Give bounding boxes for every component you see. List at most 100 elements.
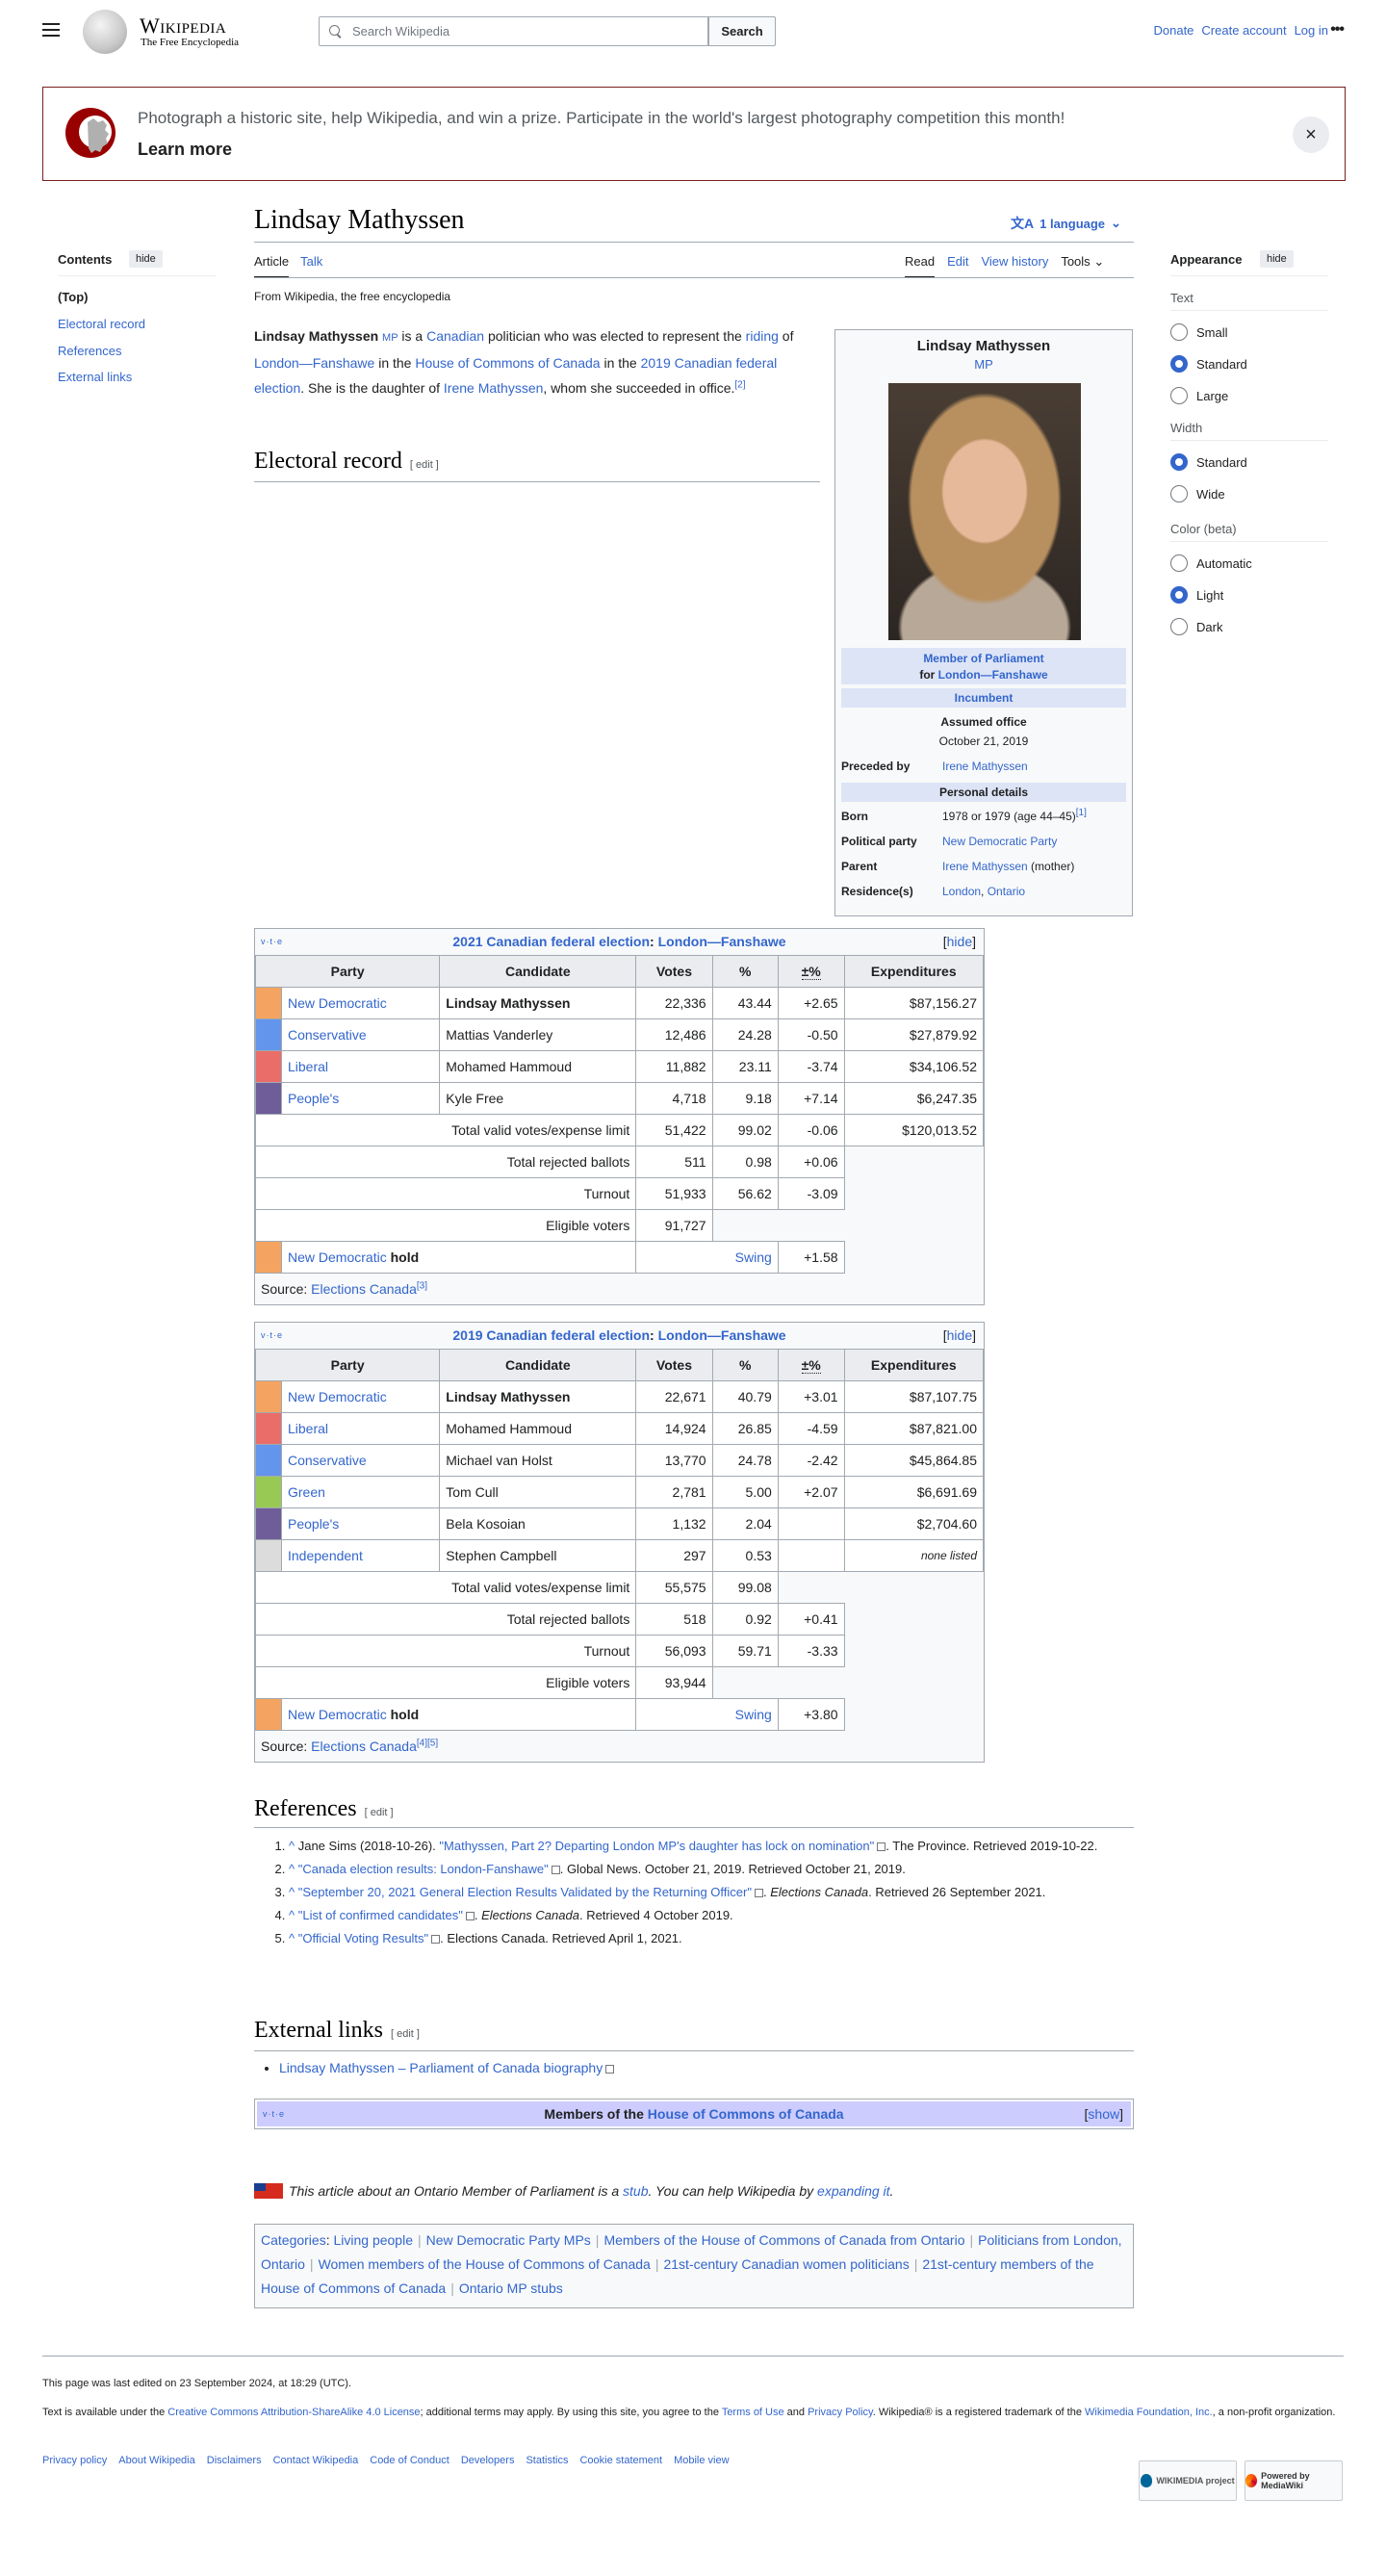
color-option-dark[interactable]: Dark [1170, 618, 1222, 635]
category-link[interactable]: New Democratic Party MPs [426, 2232, 591, 2248]
edit-section-link[interactable]: [ edit ] [391, 2028, 420, 2040]
reference-link[interactable]: "Mathyssen, Part 2? Departing London MP'… [439, 1839, 874, 1853]
house-of-commons-link[interactable]: House of Commons of Canada [415, 355, 600, 371]
license-link[interactable]: Creative Commons Attribution-ShareAlike … [167, 2407, 420, 2418]
backlink-caret[interactable]: ^ [289, 1908, 298, 1922]
toc-item-references[interactable]: References [58, 344, 121, 358]
foundation-link[interactable]: Wikimedia Foundation, Inc. [1085, 2407, 1213, 2418]
party-link[interactable]: Green [288, 1484, 325, 1500]
party-link[interactable]: Conservative [288, 1453, 367, 1468]
election-title-link[interactable]: 2019 Canadian federal election [452, 1327, 650, 1343]
hide-toggle[interactable]: [hide] [943, 929, 976, 955]
footer-link[interactable]: Cookie statement [579, 2455, 662, 2466]
show-link[interactable]: show [1088, 2106, 1119, 2122]
log-in-link[interactable]: Log in [1295, 23, 1328, 38]
hold-party-link[interactable]: New Democratic [288, 1249, 387, 1265]
footer-link[interactable]: Privacy policy [42, 2455, 107, 2466]
infobox-postnominal-link[interactable]: MP [835, 357, 1132, 372]
close-icon[interactable]: × [1293, 116, 1329, 153]
riding-title-link[interactable]: London—Fanshawe [658, 1327, 786, 1343]
toc-item-electoral-record[interactable]: Electoral record [58, 317, 145, 331]
canadian-link[interactable]: Canadian [426, 328, 484, 344]
footer-link[interactable]: Developers [461, 2455, 515, 2466]
source-link[interactable]: Elections Canada [311, 1739, 417, 1754]
citation-link[interactable]: [1] [1076, 808, 1087, 818]
radio-button[interactable] [1170, 618, 1188, 635]
stub-link[interactable]: stub [623, 2183, 648, 2199]
footer-link[interactable]: Code of Conduct [370, 2455, 449, 2466]
privacy-link[interactable]: Privacy Policy [808, 2407, 873, 2418]
text-size-option-large[interactable]: Large [1170, 387, 1228, 404]
expand-link[interactable]: expanding it [817, 2183, 890, 2199]
tab-read[interactable]: Read [905, 254, 936, 278]
color-option-light[interactable]: Light [1170, 586, 1223, 604]
categories-label[interactable]: Categories [261, 2232, 326, 2248]
vte-links[interactable]: v·t·e [261, 929, 283, 955]
appearance-hide-button[interactable]: hide [1260, 250, 1294, 268]
preceded-by-link[interactable]: Irene Mathyssen [942, 760, 1028, 773]
office-riding-link[interactable]: London—Fanshawe [938, 668, 1048, 682]
navbox-title-link[interactable]: House of Commons of Canada [648, 2106, 844, 2122]
wikipedia-globe-logo[interactable] [83, 10, 127, 54]
parent-link[interactable]: Irene Mathyssen [942, 860, 1028, 873]
terms-link[interactable]: Terms of Use [722, 2407, 784, 2418]
language-button[interactable]: 文A 1 language ⌄ [1011, 214, 1121, 233]
tab-article[interactable]: Article [254, 254, 290, 278]
donate-link[interactable]: Donate [1153, 23, 1194, 38]
party-link[interactable]: New Democratic [288, 995, 387, 1011]
party-link[interactable]: New Democratic Party [942, 835, 1057, 848]
hide-toggle[interactable]: [hide] [943, 1323, 976, 1349]
party-link[interactable]: Liberal [288, 1059, 328, 1074]
parliament-biography-link[interactable]: Lindsay Mathyssen – Parliament of Canada… [279, 2060, 603, 2075]
wikipedia-wordmark[interactable]: Wikipedia [140, 13, 226, 39]
party-link[interactable]: Independent [288, 1548, 363, 1563]
banner-learn-more-link[interactable]: Learn more [138, 140, 232, 160]
reference-link[interactable]: "Official Voting Results" [298, 1931, 428, 1945]
backlink-caret[interactable]: ^ [289, 1885, 298, 1899]
footer-link[interactable]: Mobile view [674, 2455, 729, 2466]
category-link[interactable]: 21st-century Canadian women politicians [663, 2256, 909, 2272]
hide-link[interactable]: hide [947, 934, 972, 949]
citation-link[interactable]: [4][5] [417, 1738, 438, 1748]
vte-links[interactable]: v·t·e [263, 2101, 285, 2126]
party-link[interactable]: New Democratic [288, 1389, 387, 1404]
tab-edit[interactable]: Edit [947, 254, 968, 278]
riding-link[interactable]: riding [746, 328, 779, 344]
radio-button[interactable] [1170, 323, 1188, 341]
swing-link[interactable]: Swing [735, 1707, 772, 1722]
mp-link[interactable]: MP [382, 332, 398, 344]
create-account-link[interactable]: Create account [1201, 23, 1286, 38]
party-link[interactable]: Conservative [288, 1027, 367, 1043]
reference-link[interactable]: "List of confirmed candidates" [298, 1908, 463, 1922]
backlink-caret[interactable]: ^ [289, 1839, 298, 1853]
residence-city-link[interactable]: London [942, 885, 981, 898]
party-link[interactable]: People's [288, 1091, 339, 1106]
toc-hide-button[interactable]: hide [129, 250, 163, 268]
width-option-wide[interactable]: Wide [1170, 485, 1225, 502]
category-link[interactable]: Members of the House of Commons of Canad… [603, 2232, 964, 2248]
radio-button[interactable] [1170, 453, 1188, 471]
citation-link[interactable]: [3] [417, 1280, 427, 1291]
portrait-photo[interactable] [888, 383, 1081, 640]
tab-talk[interactable]: Talk [300, 254, 322, 278]
tools-menu[interactable]: Tools ⌄ [1061, 254, 1104, 278]
category-link[interactable]: Women members of the House of Commons of… [319, 2256, 651, 2272]
text-size-option-small[interactable]: Small [1170, 323, 1228, 341]
navbox-show-toggle[interactable]: [show] [1085, 2101, 1123, 2126]
backlink-caret[interactable]: ^ [289, 1862, 298, 1876]
incumbent-link[interactable]: Incumbent [955, 691, 1014, 705]
backlink-caret[interactable]: ^ [289, 1931, 298, 1945]
more-options-icon[interactable]: ••• [1330, 21, 1345, 39]
riding-title-link[interactable]: London—Fanshawe [658, 934, 786, 949]
radio-button[interactable] [1170, 554, 1188, 572]
party-link[interactable]: People's [288, 1516, 339, 1532]
radio-button[interactable] [1170, 485, 1188, 502]
main-menu-button[interactable] [42, 23, 60, 37]
radio-button[interactable] [1170, 586, 1188, 604]
party-link[interactable]: Liberal [288, 1421, 328, 1436]
category-link[interactable]: Living people [333, 2232, 413, 2248]
hold-party-link[interactable]: New Democratic [288, 1707, 387, 1722]
radio-button[interactable] [1170, 355, 1188, 373]
tab-view-history[interactable]: View history [981, 254, 1048, 278]
edit-section-link[interactable]: [ edit ] [410, 459, 439, 471]
